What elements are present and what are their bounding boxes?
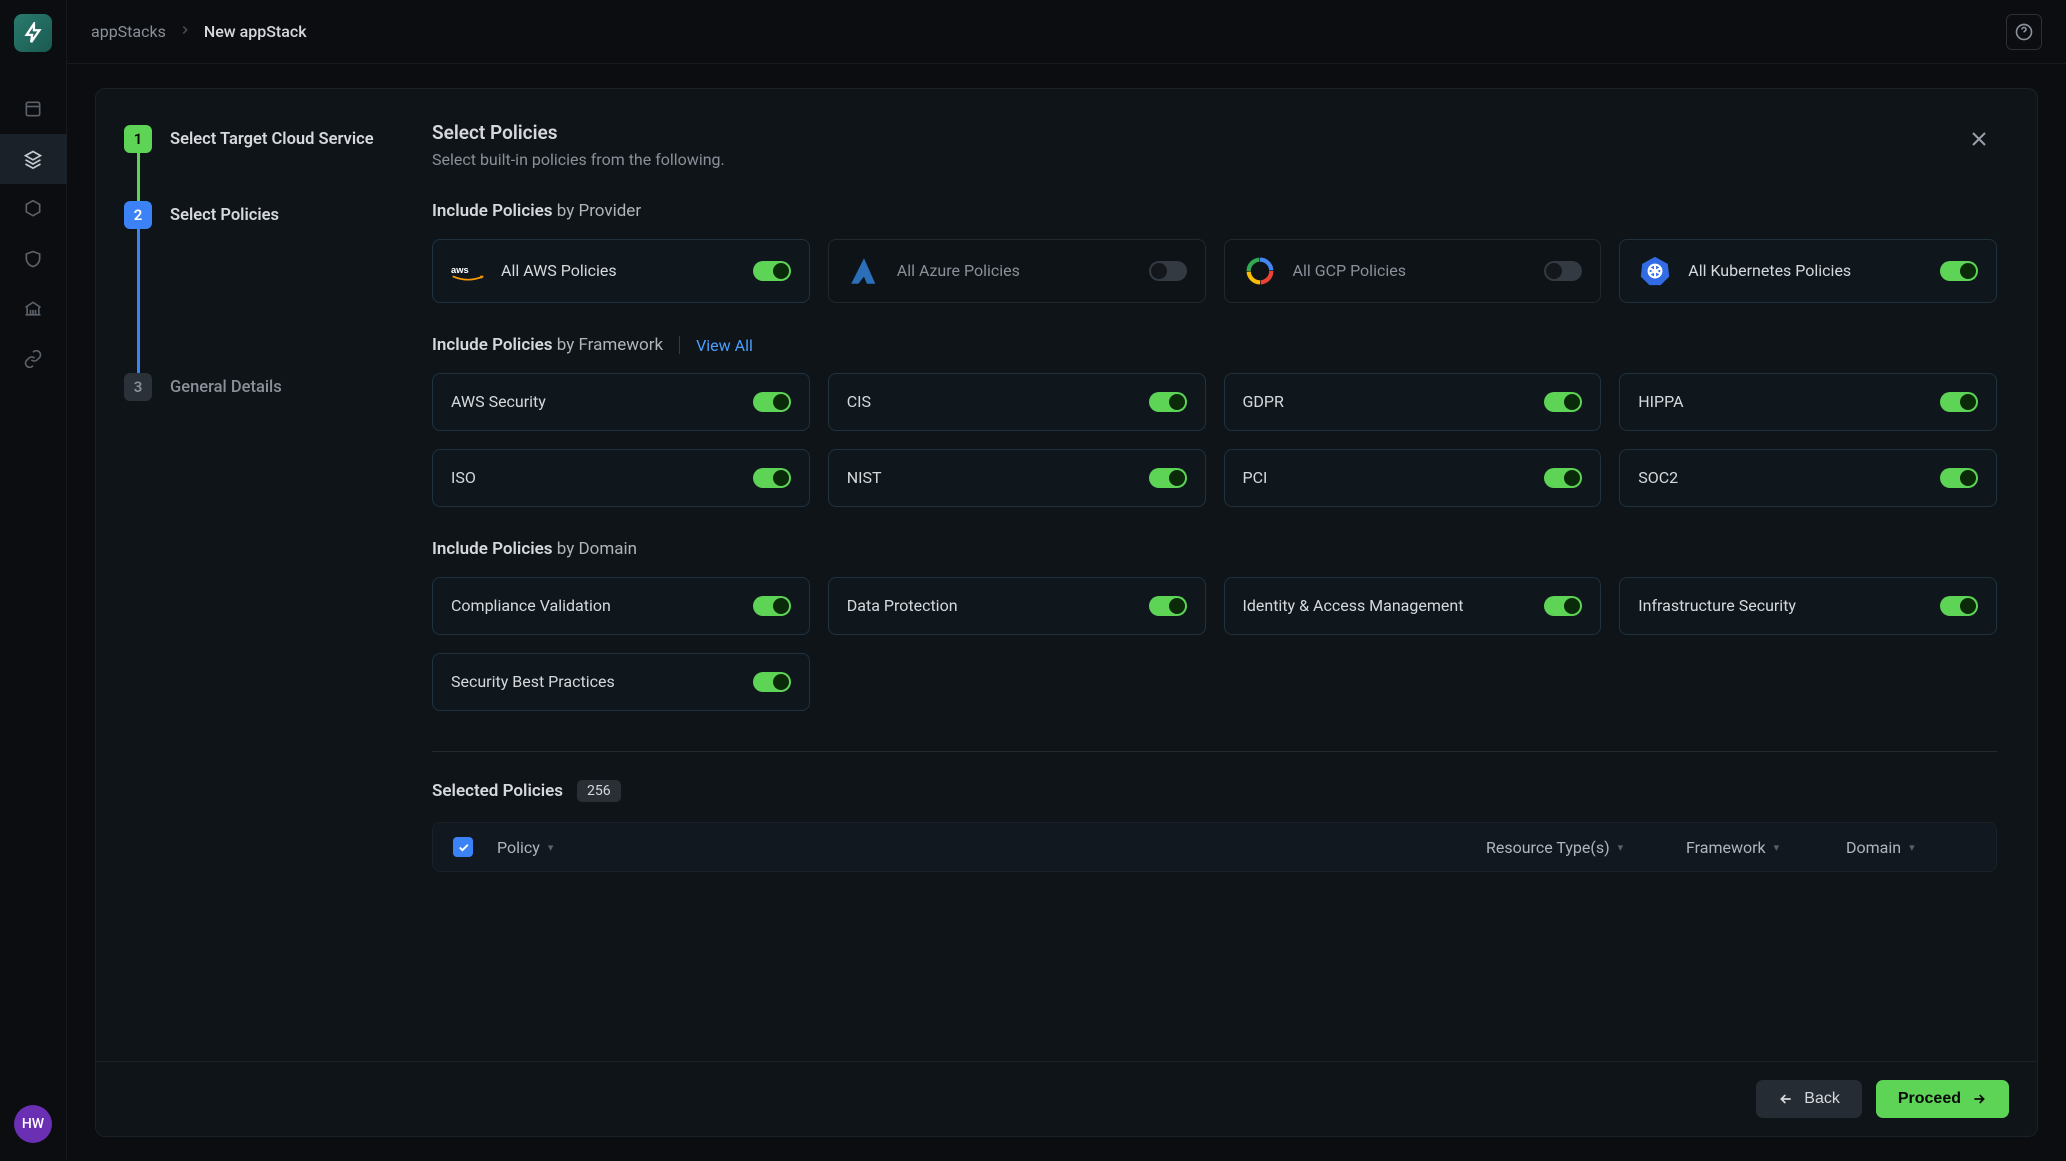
nav-rail: HW	[0, 0, 67, 1161]
toggle-iso[interactable]	[753, 468, 791, 488]
toggle-compliance[interactable]	[753, 596, 791, 616]
nav-item-shield[interactable]	[0, 234, 67, 284]
framework-card-cis[interactable]: CIS	[828, 373, 1206, 431]
nav-item-stacks[interactable]	[0, 134, 67, 184]
framework-card-gdpr[interactable]: GDPR	[1224, 373, 1602, 431]
section-framework-title: Include Policies by Framework View All	[432, 335, 1997, 355]
col-resource[interactable]: Resource Type(s)▾	[1486, 838, 1686, 857]
toggle-iam[interactable]	[1544, 596, 1582, 616]
sort-icon: ▾	[548, 841, 554, 854]
view-all-link[interactable]: View All	[696, 336, 753, 355]
toggle-cis[interactable]	[1149, 392, 1187, 412]
nav-item-dashboard[interactable]	[0, 84, 67, 134]
svg-text:aws: aws	[451, 265, 469, 275]
domain-card-compliance[interactable]: Compliance Validation	[432, 577, 810, 635]
app-logo[interactable]	[14, 14, 52, 52]
toggle-bestprac[interactable]	[753, 672, 791, 692]
avatar[interactable]: HW	[14, 1105, 52, 1143]
toggle-nist[interactable]	[1149, 468, 1187, 488]
page-title: Select Policies	[432, 121, 725, 144]
toggle-azure[interactable]	[1149, 261, 1187, 281]
aws-icon: aws	[451, 254, 485, 288]
toggle-aws[interactable]	[753, 261, 791, 281]
help-button[interactable]	[2006, 14, 2042, 50]
provider-card-azure[interactable]: All Azure Policies	[828, 239, 1206, 303]
framework-card-aws-security[interactable]: AWS Security	[432, 373, 810, 431]
selected-policies-title: Selected Policies	[432, 781, 563, 801]
section-provider-title: Include Policies by Provider	[432, 201, 1997, 221]
page-subtitle: Select built-in policies from the follow…	[432, 150, 725, 169]
selected-count-badge: 256	[577, 780, 621, 802]
provider-card-aws[interactable]: aws All AWS Policies	[432, 239, 810, 303]
provider-card-k8s[interactable]: All Kubernetes Policies	[1619, 239, 1997, 303]
step-2[interactable]: 2 Select Policies	[124, 201, 388, 229]
close-button[interactable]	[1961, 121, 1997, 157]
section-domain-title: Include Policies by Domain	[432, 539, 1997, 559]
toggle-gcp[interactable]	[1544, 261, 1582, 281]
domain-card-best-practices[interactable]: Security Best Practices	[432, 653, 810, 711]
col-policy[interactable]: Policy▾	[497, 838, 1486, 857]
framework-card-soc2[interactable]: SOC2	[1619, 449, 1997, 507]
stepper: 1 Select Target Cloud Service 2 Select P…	[96, 89, 416, 1061]
breadcrumb: appStacks New appStack	[91, 22, 307, 41]
framework-card-pci[interactable]: PCI	[1224, 449, 1602, 507]
azure-icon	[847, 254, 881, 288]
domain-card-iam[interactable]: Identity & Access Management	[1224, 577, 1602, 635]
col-domain[interactable]: Domain▾	[1846, 838, 1976, 857]
footer: Back Proceed	[96, 1061, 2037, 1136]
toggle-hippa[interactable]	[1940, 392, 1978, 412]
divider	[432, 751, 1997, 752]
toggle-awssec[interactable]	[753, 392, 791, 412]
topbar: appStacks New appStack	[67, 0, 2066, 64]
gcp-icon	[1243, 254, 1277, 288]
framework-card-iso[interactable]: ISO	[432, 449, 810, 507]
toggle-dataprot[interactable]	[1149, 596, 1187, 616]
nav-item-integrations[interactable]	[0, 334, 67, 384]
sort-icon: ▾	[1618, 841, 1624, 854]
sort-icon: ▾	[1909, 841, 1915, 854]
sort-icon: ▾	[1774, 841, 1780, 854]
chevron-right-icon	[178, 22, 192, 41]
step-1[interactable]: 1 Select Target Cloud Service	[124, 125, 388, 153]
nav-item-governance[interactable]	[0, 284, 67, 334]
toggle-k8s[interactable]	[1940, 261, 1978, 281]
back-button[interactable]: Back	[1756, 1080, 1862, 1118]
framework-card-hippa[interactable]: HIPPA	[1619, 373, 1997, 431]
domain-card-data-protection[interactable]: Data Protection	[828, 577, 1206, 635]
nav-item-hexagon[interactable]	[0, 184, 67, 234]
breadcrumb-current: New appStack	[204, 22, 307, 41]
toggle-soc2[interactable]	[1940, 468, 1978, 488]
toggle-pci[interactable]	[1544, 468, 1582, 488]
kubernetes-icon	[1638, 254, 1672, 288]
step-3[interactable]: 3 General Details	[124, 373, 388, 401]
policies-table: Policy▾ Resource Type(s)▾ Framework▾ Dom…	[432, 822, 1997, 872]
toggle-infra[interactable]	[1940, 596, 1978, 616]
proceed-button[interactable]: Proceed	[1876, 1080, 2009, 1118]
select-all-checkbox[interactable]	[453, 837, 473, 857]
framework-card-nist[interactable]: NIST	[828, 449, 1206, 507]
domain-card-infrastructure[interactable]: Infrastructure Security	[1619, 577, 1997, 635]
col-framework[interactable]: Framework▾	[1686, 838, 1846, 857]
provider-card-gcp[interactable]: All GCP Policies	[1224, 239, 1602, 303]
toggle-gdpr[interactable]	[1544, 392, 1582, 412]
breadcrumb-root[interactable]: appStacks	[91, 22, 166, 41]
